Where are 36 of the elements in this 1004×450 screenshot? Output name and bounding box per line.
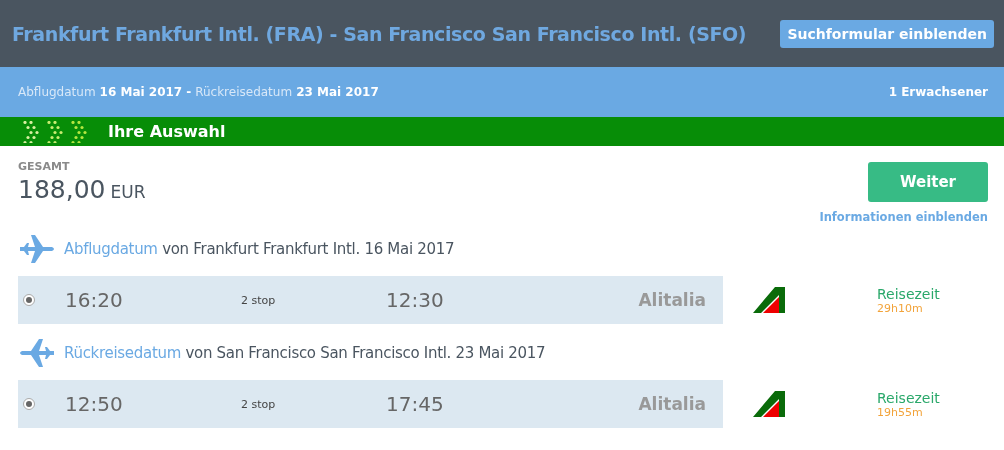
arrival-time: 17:45 [386,392,445,416]
radio-button[interactable] [23,398,35,410]
departure-date: 16 Mai 2017 [99,85,183,99]
stops-text: 2 stop [241,293,277,307]
departure-label: Abflugdatum [18,85,96,99]
continue-button[interactable]: Weiter [868,162,988,202]
total-amount: 188,00 [18,175,106,204]
duration-value: 19h55m [877,405,924,419]
return-date: 23 Mai 2017 [296,85,379,99]
airplane-icon [18,234,56,264]
return-label: Rückreisedatum [195,85,293,99]
passenger-count: 1 Erwachsener [888,85,988,99]
duration-label: Reisezeit [877,285,940,302]
arrival-time: 12:30 [386,288,445,312]
total-label: GESAMT [18,160,71,173]
airline-logo [753,391,787,417]
currency-label: EUR [110,182,146,202]
airline-name: Alitalia [637,394,706,414]
info-link[interactable]: Informationen einblenden [819,210,988,224]
leg-heading: Abflugdatum von Frankfurt Frankfurt Intl. 16 Mai 2017 [64,240,455,258]
leg-heading: Rückreisedatum von San Francisco San Francisco Intl. 23 Mai 2017 [64,344,546,362]
search-form-button[interactable]: Suchformular einblenden [780,19,994,48]
flight-row[interactable]: 16:20 2 stop 12:30 Alitalia [18,276,723,324]
duration-value: 29h10m [877,301,924,315]
route-title: Frankfurt Frankfurt Intl. (FRA) - San Francisco San Francisco Intl. (SFO) [12,22,747,45]
flight-row[interactable]: 12:50 2 stop 17:45 Alitalia [18,380,723,428]
stops-text: 2 stop [241,397,277,411]
airplane-icon [18,338,56,368]
departure-time: 12:50 [65,392,124,416]
airline-name: Alitalia [637,290,706,310]
airline-logo [753,287,787,313]
duration-label: Reisezeit [877,389,940,406]
departure-time: 16:20 [65,288,124,312]
step-title: Ihre Auswahl [108,122,226,141]
separator-text: - [186,85,192,99]
radio-button[interactable] [23,294,35,306]
